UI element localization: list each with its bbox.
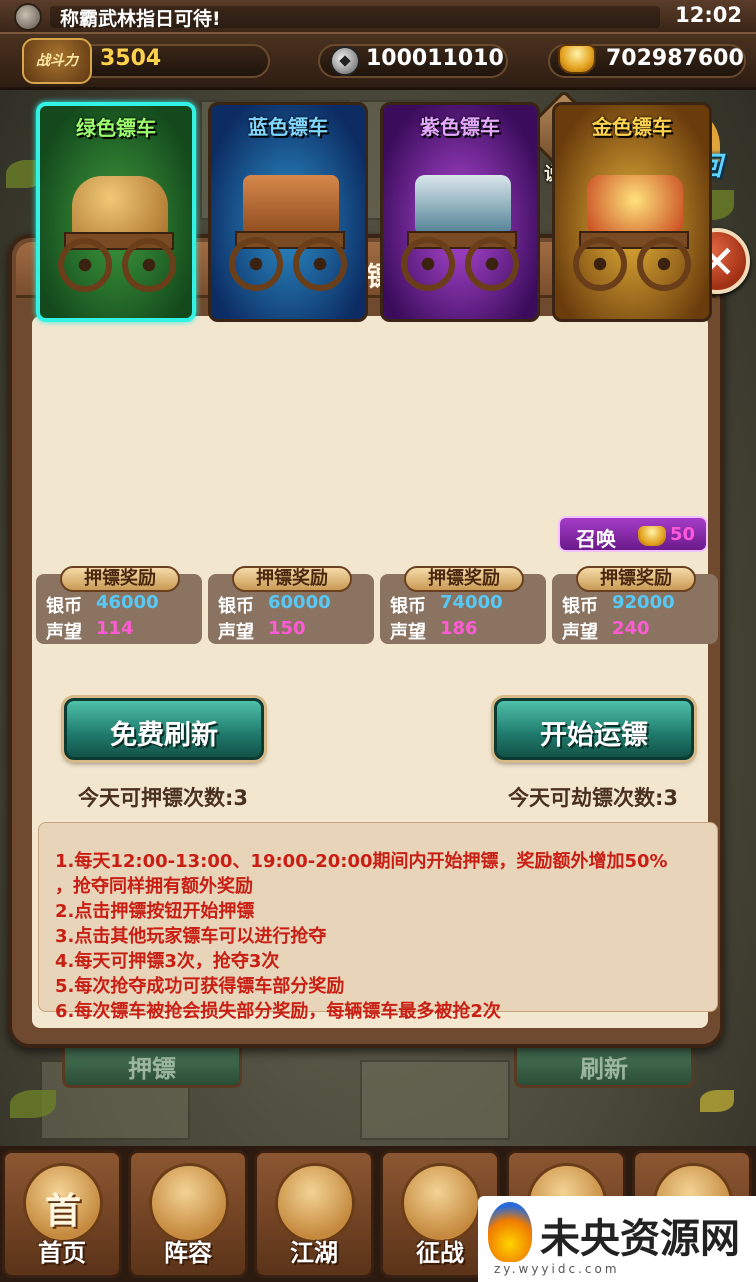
cart-illustration — [573, 175, 693, 295]
wheel-icon — [122, 238, 176, 292]
wheel-icon — [229, 237, 283, 291]
wheel-icon — [58, 238, 112, 292]
nav-label: 阵容 — [164, 1239, 212, 1267]
cart-card-purple[interactable]: 紫色镖车 — [380, 102, 540, 322]
silver-label: 银币 — [218, 596, 254, 617]
treasure-chest-icon — [415, 175, 511, 237]
power-value: 3504 — [100, 46, 162, 71]
rule-line: 6.每次镖车被抢会损失部分奖励，每辆镖车最多被抢2次 — [55, 1001, 501, 1022]
wheel-icon — [293, 237, 347, 291]
start-escort-button[interactable]: 开始运镖 — [494, 698, 694, 760]
power-badge-icon: 战斗力 — [22, 38, 92, 84]
rob-count: 今天可劫镖次数:3 — [508, 786, 679, 810]
cart-illustration — [58, 176, 178, 296]
gold-ingot-icon — [558, 44, 596, 74]
wheel-icon — [401, 237, 455, 291]
summon-button[interactable]: 召唤 50 — [558, 516, 708, 552]
cart-card-blue[interactable]: 蓝色镖车 — [208, 102, 368, 322]
nav-jianghu[interactable]: 江湖 — [254, 1150, 374, 1278]
leaf-decoration — [700, 1090, 734, 1112]
fame-label: 声望 — [390, 622, 426, 643]
summon-cost: 50 — [670, 524, 696, 545]
cart-name: 紫色镖车 — [420, 115, 500, 139]
leaf-decoration — [10, 1090, 56, 1118]
fame-reward: 114 — [96, 618, 134, 639]
silver-reward: 46000 — [96, 592, 159, 613]
rule-line: 1.每天12:00-13:00、19:00-20:00期间内开始押镖，奖励额外增… — [55, 851, 668, 872]
silver-label: 银币 — [562, 596, 598, 617]
rules-box: 1.每天12:00-13:00、19:00-20:00期间内开始押镖，奖励额外增… — [38, 822, 718, 1022]
rule-line: 3.点击其他玩家镖车可以进行抢夺 — [55, 926, 327, 947]
rule-line: ，抢夺同样拥有额外奖励 — [55, 876, 253, 897]
rule-line: 4.每天可押镖3次，抢夺3次 — [55, 951, 280, 972]
escort-button-label: 押镖 — [128, 1055, 176, 1083]
rule-line: 2.点击押镖按钮开始押镖 — [55, 901, 255, 922]
silver-reward: 92000 — [612, 592, 675, 613]
fame-reward: 186 — [440, 618, 478, 639]
flame-logo-icon — [488, 1202, 532, 1262]
start-escort-label: 开始运镖 — [540, 720, 648, 751]
cart-card-gold[interactable]: 金色镖车 — [552, 102, 712, 322]
floor-tile — [360, 1060, 510, 1140]
cart-name: 绿色镖车 — [76, 116, 156, 140]
gold-value: 702987600 — [606, 46, 744, 71]
reward-tag: 押镖奖励 — [232, 566, 352, 592]
fame-reward: 240 — [612, 618, 650, 639]
watermark-url: zy.wyyidc.com — [494, 1262, 620, 1276]
fame-label: 声望 — [46, 622, 82, 643]
summon-label: 召唤 — [576, 527, 616, 551]
wheel-icon — [465, 237, 519, 291]
reward-tag: 押镖奖励 — [404, 566, 524, 592]
war-drum-icon — [401, 1163, 481, 1243]
cart-illustration — [401, 175, 521, 295]
clock: 12:02 — [675, 3, 742, 27]
silver-label: 银币 — [390, 596, 426, 617]
fame-reward: 150 — [268, 618, 306, 639]
crate-icon — [243, 175, 339, 237]
watermark-text: 未央资源网 — [540, 1215, 740, 1262]
wheel-icon — [637, 237, 691, 291]
grain-sack-icon — [72, 176, 168, 238]
nav-home[interactable]: 首 首页 — [2, 1150, 122, 1278]
lineup-icon — [149, 1163, 229, 1243]
wheel-icon — [573, 237, 627, 291]
silver-reward: 60000 — [268, 592, 331, 613]
cart-illustration — [229, 175, 349, 295]
nav-lineup[interactable]: 阵容 — [128, 1150, 248, 1278]
resource-bar: 战斗力 3504 100011010 702987600 — [0, 34, 756, 90]
home-icon: 首 — [23, 1163, 103, 1243]
home-glyph: 首 — [44, 1191, 81, 1232]
silver-coin-icon — [330, 46, 360, 76]
marquee-text: 称霸武林指日可待! — [60, 8, 221, 30]
silver-label: 银币 — [46, 596, 82, 617]
cart-card-green[interactable]: 绿色镖车 — [36, 102, 196, 322]
silver-value: 100011010 — [366, 46, 504, 71]
escort-count: 今天可押镖次数:3 — [78, 786, 249, 810]
cart-name: 蓝色镖车 — [248, 115, 328, 139]
watermark: 未央资源网 zy.wyyidc.com — [478, 1196, 756, 1282]
free-refresh-button[interactable]: 免费刷新 — [64, 698, 264, 760]
status-bar: 称霸武林指日可待! 12:02 — [0, 0, 756, 34]
rule-line: 5.每次抢夺成功可获得镖车部分奖励 — [55, 976, 345, 997]
fame-label: 声望 — [218, 622, 254, 643]
reward-tag: 押镖奖励 — [576, 566, 696, 592]
crossed-swords-icon — [275, 1163, 355, 1243]
cart-name: 金色镖车 — [592, 115, 672, 139]
silver-reward: 74000 — [440, 592, 503, 613]
nav-label: 首页 — [38, 1239, 86, 1267]
golden-treasure-icon — [587, 175, 683, 237]
fame-label: 声望 — [562, 622, 598, 643]
reward-tag: 押镖奖励 — [60, 566, 180, 592]
speaker-icon — [14, 3, 42, 31]
free-refresh-label: 免费刷新 — [110, 720, 218, 751]
nav-label: 江湖 — [290, 1239, 338, 1267]
refresh-button-label: 刷新 — [580, 1055, 628, 1083]
gold-ingot-icon — [638, 526, 666, 546]
